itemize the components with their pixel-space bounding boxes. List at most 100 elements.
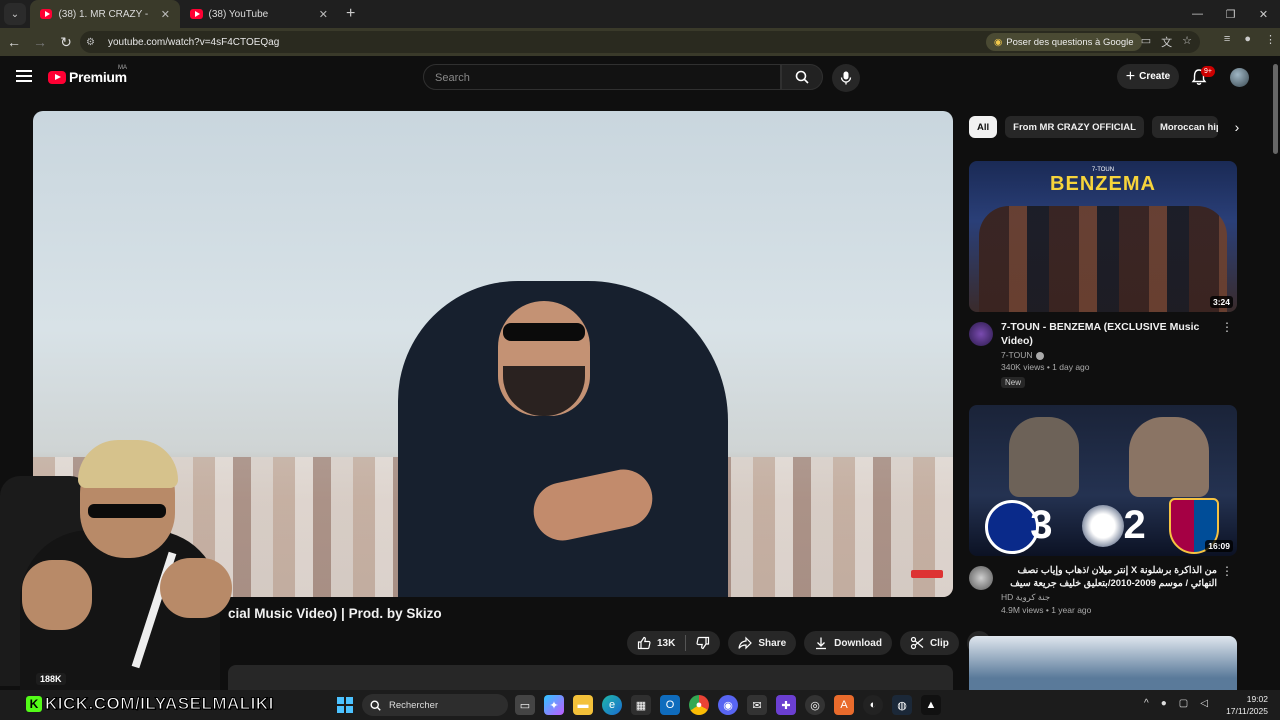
volume-icon[interactable]: ◁ xyxy=(1200,698,1208,709)
dislike-button[interactable] xyxy=(686,631,720,655)
account-avatar[interactable] xyxy=(1230,68,1249,87)
search-input[interactable]: Search xyxy=(423,64,781,90)
recommendation-title[interactable]: من الذاكرة برشلونة X إنتر ميلان /ذهاب وإ… xyxy=(1001,564,1237,590)
thumbnail-title-text: BENZEMA xyxy=(1050,173,1156,195)
video-thumbnail[interactable]: 7-TOUN BENZEMA 3:24 xyxy=(969,161,1237,312)
channel-watermark[interactable] xyxy=(911,570,943,578)
channel-avatar[interactable] xyxy=(969,322,993,346)
thumbnail-score: 3 2 xyxy=(1030,503,1176,547)
task-view-icon[interactable]: ▭ xyxy=(515,695,535,715)
recommendation-title[interactable]: 7-TOUN - BENZEMA (EXCLUSIVE Music Video) xyxy=(1001,320,1237,348)
minimize-button[interactable]: — xyxy=(1181,0,1214,28)
cast-icon[interactable]: ▭ xyxy=(1141,34,1151,50)
outlook-icon[interactable]: O xyxy=(660,695,680,715)
profile-icon[interactable]: ● xyxy=(1244,33,1251,46)
system-tray: ^ ● ▢ ◁ xyxy=(1144,698,1208,709)
close-window-button[interactable]: ✕ xyxy=(1247,0,1280,28)
create-button[interactable]: + Create xyxy=(1117,64,1179,89)
page-scrollbar[interactable] xyxy=(1270,56,1280,690)
translate-icon[interactable]: 文 xyxy=(1161,34,1172,50)
taskbar-search[interactable]: Rechercher xyxy=(362,694,508,716)
more-vert-icon[interactable]: ⋮ xyxy=(1221,564,1233,578)
obs-icon[interactable]: ◐ xyxy=(863,695,883,715)
share-button[interactable]: Share xyxy=(728,631,797,655)
logo-text: Premium xyxy=(69,69,127,85)
store-icon[interactable]: ▦ xyxy=(631,695,651,715)
related-filter-chips: All From MR CRAZY OFFICIAL Moroccan hip … xyxy=(969,116,1248,138)
steam-icon[interactable]: ◍ xyxy=(892,695,912,715)
country-code: MA xyxy=(118,65,127,71)
microphone-icon[interactable]: ● xyxy=(1161,698,1167,709)
channel-avatar[interactable] xyxy=(969,566,993,590)
new-tab-button[interactable]: + xyxy=(346,5,355,23)
kick-logo-icon: K xyxy=(26,696,42,712)
thumbnail-coach-right xyxy=(1129,417,1209,497)
capcut-icon[interactable]: ▲ xyxy=(921,695,941,715)
tab-close-icon[interactable]: ✕ xyxy=(161,8,170,21)
chrome-icon[interactable]: ● xyxy=(689,695,709,715)
browser-tab-strip: ⌄ (38) 1. MR CRAZY - COMBATAN ✕ (38) You… xyxy=(0,0,1280,28)
recommendation-stats: 4.9M views • 1 year ago xyxy=(1001,605,1092,615)
discord-icon[interactable]: ◉ xyxy=(718,695,738,715)
browser-tab[interactable]: (38) YouTube ✕ xyxy=(180,0,338,28)
office-app-icon[interactable]: A xyxy=(834,695,854,715)
network-icon[interactable]: ▢ xyxy=(1179,698,1188,709)
edge-icon[interactable]: e xyxy=(602,695,622,715)
download-icon xyxy=(816,637,827,650)
video-thumbnail[interactable]: 3 2 16:09 xyxy=(969,405,1237,556)
chip-all[interactable]: All xyxy=(969,116,998,138)
chip-from-channel[interactable]: From MR CRAZY OFFICIAL xyxy=(1005,116,1144,138)
recommendation-thumbnail-partial[interactable] xyxy=(969,636,1237,696)
create-label: Create xyxy=(1139,71,1171,82)
address-bar[interactable]: ⚙ youtube.com/watch?v=4sF4CTOEQag ◉ Pose… xyxy=(80,31,1200,53)
more-vert-icon[interactable]: ⋮ xyxy=(1221,320,1233,334)
tab-search-button[interactable]: ⌄ xyxy=(4,3,26,25)
channel-name[interactable]: HD جنة كروية xyxy=(1001,592,1237,603)
mail-icon[interactable]: ✉ xyxy=(747,695,767,715)
viewer-count: 188K xyxy=(36,673,66,685)
chevron-up-icon[interactable]: ^ xyxy=(1144,698,1149,709)
ask-google-button[interactable]: ◉ Poser des questions à Google xyxy=(986,33,1142,51)
video-duration: 3:24 xyxy=(1209,296,1233,308)
game-controller-icon[interactable]: ✚ xyxy=(776,695,796,715)
channel-name: 7-TOUN xyxy=(1001,350,1033,360)
kick-channel-url: KICK.COM/ILYASELMALIKI xyxy=(45,694,274,714)
bookmark-star-icon[interactable]: ☆ xyxy=(1182,34,1192,50)
clip-button[interactable]: Clip xyxy=(899,631,959,655)
channel-name-row[interactable]: 7-TOUN xyxy=(1001,350,1237,360)
recommendation-item[interactable]: 7-TOUN BENZEMA 3:24 7-TOUN - BENZEMA (EX… xyxy=(969,161,1237,390)
copilot-icon[interactable]: ✦ xyxy=(544,695,564,715)
site-info-icon[interactable]: ⚙ xyxy=(86,37,104,48)
forward-button[interactable]: → xyxy=(28,30,52,54)
download-label: Download xyxy=(834,637,882,649)
video-artist-sunglasses xyxy=(503,323,585,341)
download-button[interactable]: Download xyxy=(804,631,892,655)
video-duration: 16:09 xyxy=(1205,540,1233,552)
browser-tab-active[interactable]: (38) 1. MR CRAZY - COMBATAN ✕ xyxy=(30,0,180,28)
reading-list-icon[interactable]: ≡ xyxy=(1224,33,1230,46)
browser-menu-icon[interactable]: ⋮ xyxy=(1265,33,1276,46)
youtube-favicon-icon xyxy=(190,9,203,19)
search-button[interactable] xyxy=(781,64,823,90)
restore-button[interactable]: ❐ xyxy=(1214,0,1247,28)
taskbar-apps: ▭ ✦ ▬ e ▦ O ● ◉ ✉ ✚ ◎ A ◐ ◍ ▲ xyxy=(515,695,941,715)
chevron-right-icon[interactable]: › xyxy=(1226,116,1248,138)
youtube-logo[interactable]: Premium MA xyxy=(48,65,127,85)
voice-search-button[interactable] xyxy=(832,64,860,92)
recommendation-item[interactable]: 3 2 16:09 من الذاكرة برشلونة X إنتر ميلا… xyxy=(969,405,1237,615)
like-button[interactable]: 13K xyxy=(627,631,685,655)
tab-close-icon[interactable]: ✕ xyxy=(319,8,328,21)
media-player-icon[interactable]: ◎ xyxy=(805,695,825,715)
search-icon xyxy=(795,70,809,84)
chip-moroccan-hip-hop[interactable]: Moroccan hip xyxy=(1151,116,1218,138)
search-placeholder: Search xyxy=(435,72,470,84)
guide-menu-icon[interactable] xyxy=(16,70,32,82)
start-button[interactable] xyxy=(337,697,353,713)
taskbar-clock[interactable]: 19:02 17/11/2025 xyxy=(1222,693,1268,717)
reload-button[interactable]: ↻ xyxy=(54,30,78,54)
clock-time: 19:02 xyxy=(1246,694,1268,704)
back-button[interactable]: ← xyxy=(2,30,26,54)
video-title: cial Music Video) | Prod. by Skizo xyxy=(228,606,442,621)
scrollbar-thumb[interactable] xyxy=(1273,64,1278,154)
file-explorer-icon[interactable]: ▬ xyxy=(573,695,593,715)
